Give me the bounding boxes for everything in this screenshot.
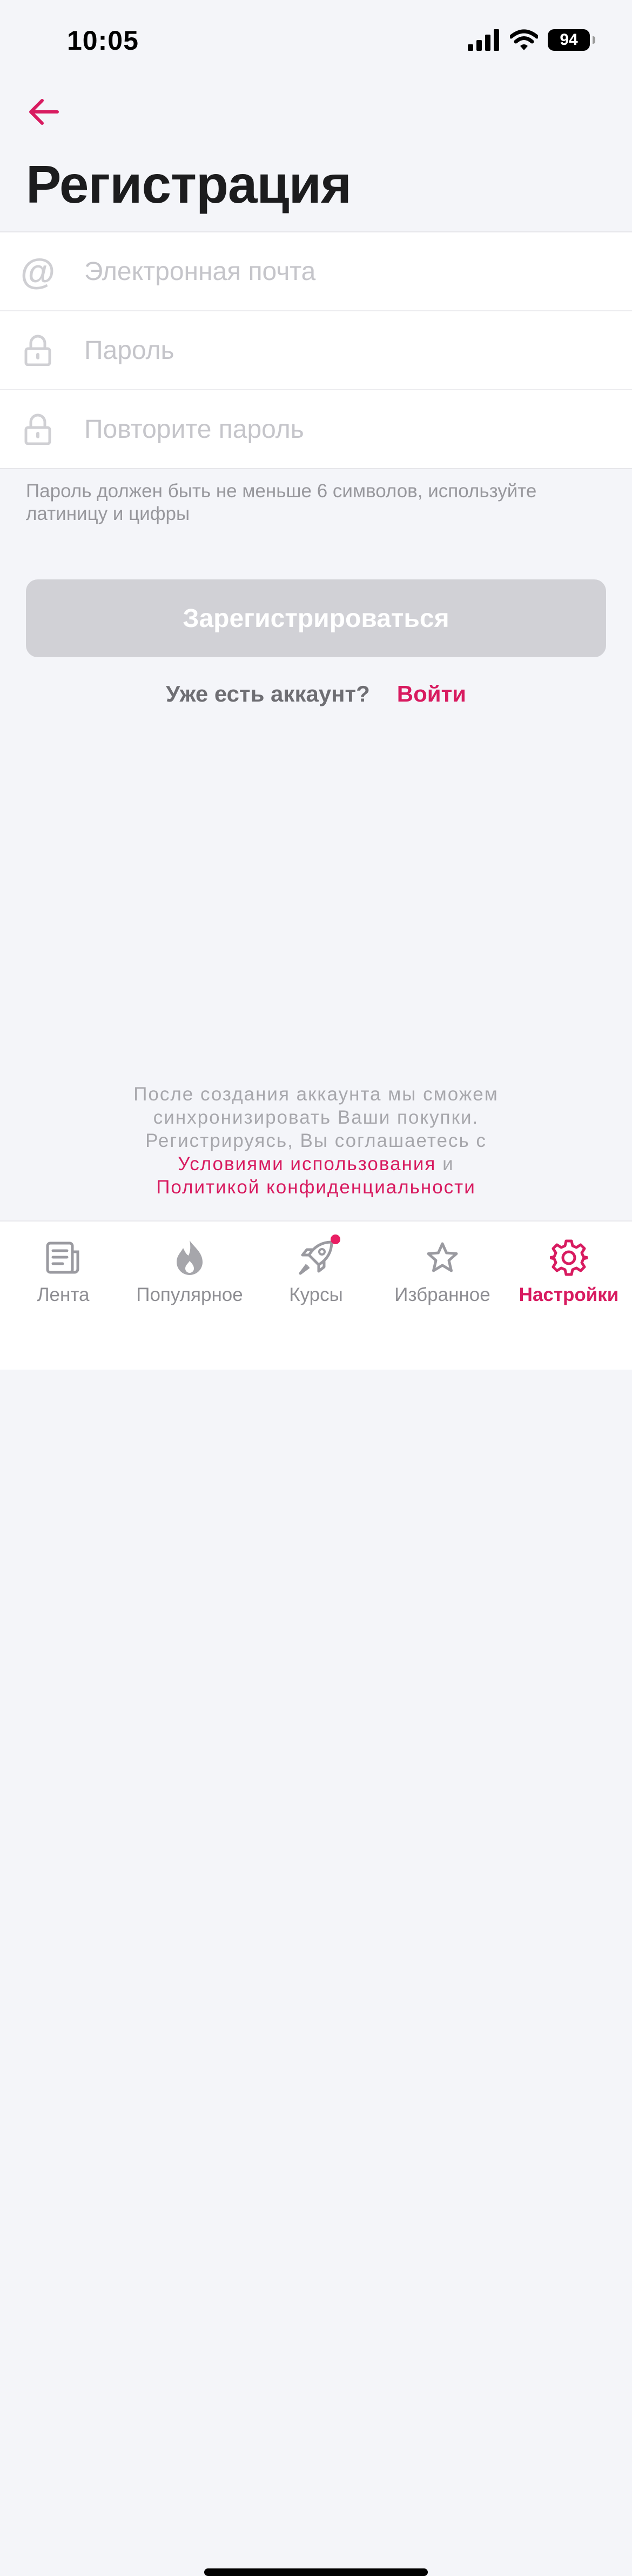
email-field-row: @: [0, 232, 632, 311]
tab-label: Лента: [37, 1284, 90, 1305]
notification-badge: [331, 1234, 340, 1244]
home-indicator: [204, 2568, 428, 2576]
confirm-password-field-row: [0, 390, 632, 468]
at-sign-icon: @: [20, 251, 56, 291]
registration-form: @: [0, 231, 632, 469]
status-icons: 94: [468, 28, 595, 52]
lock-icon: [21, 412, 55, 446]
tab-bar: Лента Популярное Курсы Избранное Настрой…: [0, 1220, 632, 2576]
terms-line-3: Регистрируясь, Вы соглашаетесь с: [145, 1130, 487, 1151]
tab-courses[interactable]: Курсы: [253, 1234, 379, 1319]
rocket-icon: [296, 1234, 340, 1278]
terms-notice: После создания аккаунта мы сможем синхро…: [0, 1083, 632, 1199]
battery-cap: [593, 36, 595, 44]
login-question: Уже есть аккаунт?: [166, 681, 370, 706]
privacy-policy-link[interactable]: Политикой конфиденциальности: [156, 1177, 476, 1198]
confirm-password-field[interactable]: [84, 390, 614, 468]
tab-favorites[interactable]: Избранное: [379, 1238, 506, 1319]
status-time: 10:05: [67, 25, 139, 56]
wifi-icon: [510, 29, 538, 50]
password-hint: Пароль должен быть не меньше 6 символов,…: [26, 481, 537, 524]
login-link[interactable]: Войти: [397, 681, 466, 707]
terms-line-1: После создания аккаунта мы сможем: [133, 1084, 499, 1105]
page-title: Регистрация: [26, 155, 352, 214]
terms-line-2: синхронизировать Ваши покупки.: [153, 1107, 479, 1128]
cellular-signal-icon: [468, 29, 499, 51]
back-button[interactable]: [28, 93, 71, 131]
tab-settings[interactable]: Настройки: [506, 1238, 632, 1319]
tab-label: Избранное: [394, 1284, 490, 1305]
email-field[interactable]: [84, 232, 614, 310]
battery-level: 94: [560, 31, 578, 49]
arrow-left-icon: [29, 99, 59, 125]
tab-popular[interactable]: Популярное: [126, 1238, 253, 1319]
flame-icon: [170, 1238, 210, 1278]
login-row: Уже есть аккаунт? Войти: [0, 681, 632, 707]
register-button[interactable]: Зарегистрироваться: [26, 579, 606, 657]
tab-feed[interactable]: Лента: [0, 1238, 126, 1319]
password-field-row: [0, 311, 632, 390]
tab-label: Популярное: [136, 1284, 243, 1305]
newspaper-icon: [43, 1238, 83, 1278]
lock-icon: [21, 333, 55, 368]
terms-conjunction: и: [442, 1153, 454, 1174]
gear-icon: [549, 1238, 589, 1278]
tab-label: Курсы: [289, 1284, 343, 1305]
status-bar: 10:05 94: [0, 0, 632, 81]
star-icon: [422, 1238, 462, 1278]
tab-label: Настройки: [519, 1284, 619, 1305]
terms-of-use-link[interactable]: Условиями использования: [178, 1153, 436, 1174]
password-field[interactable]: [84, 311, 614, 389]
battery-indicator: 94: [548, 29, 595, 51]
